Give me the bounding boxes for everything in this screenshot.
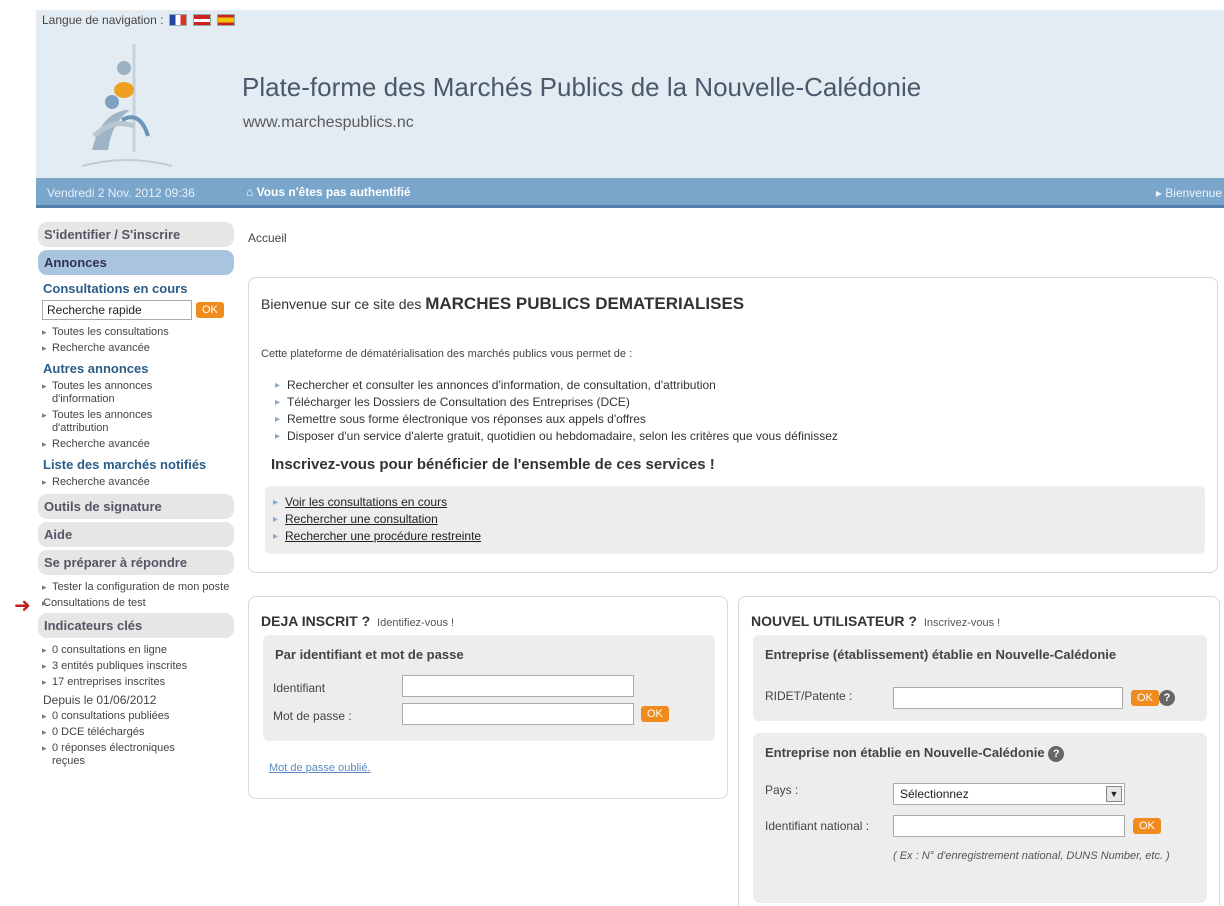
stat-reponses-electroniques: 0 réponses électroniques reçues [38, 742, 188, 768]
autres-annonces-title: Autres annonces [43, 361, 149, 376]
feature-item: Remettre sous forme électronique vos rép… [273, 411, 838, 428]
link-test-config[interactable]: Tester la configuration de mon poste [38, 581, 234, 594]
identifiant-label: Identifiant [273, 681, 326, 695]
feature-item: Disposer d'un service d'alerte gratuit, … [273, 428, 838, 445]
login-title-text: DEJA INSCRIT ? [261, 613, 371, 629]
language-label: Langue de navigation : [42, 13, 164, 27]
link-annonces-information[interactable]: Toutes les annonces d'information [38, 380, 188, 406]
status-bar: Vendredi 2 Nov. 2012 09:36 ⌂ Vous n'êtes… [36, 178, 1224, 208]
site-header: Langue de navigation : Plate-forme des M… [36, 10, 1224, 178]
pays-label: Pays : [765, 783, 799, 797]
test-consultations-label: Consultations de test [43, 597, 146, 609]
register-foreign-title-text: Entreprise non établie en Nouvelle-Caléd… [765, 745, 1045, 760]
nav-preparer[interactable]: Se préparer à répondre [38, 550, 234, 575]
register-title-text: NOUVEL UTILISATEUR ? [751, 613, 917, 629]
es-flag-icon[interactable] [217, 14, 236, 26]
quick-search: Recherche rapide OK [42, 300, 234, 320]
national-id-ok-button[interactable]: OK [1133, 818, 1161, 834]
welcome-link[interactable]: ▸ Bienvenue [1156, 186, 1222, 200]
link-test-consultations[interactable]: ➜ Consultations de test [14, 596, 234, 616]
link-voir-consultations[interactable]: Voir les consultations en cours [271, 494, 1205, 511]
login-title: DEJA INSCRIT ? Identifiez-vous ! [261, 613, 454, 629]
register-title: NOUVEL UTILISATEUR ? Inscrivez-vous ! [751, 613, 1000, 629]
welcome-heading-strong: MARCHES PUBLICS DEMATERIALISES [425, 294, 745, 313]
stat-consultations-en-ligne: 0 consultations en ligne [38, 644, 234, 657]
site-url: www.marchespublics.nc [243, 114, 414, 131]
register-panel: NOUVEL UTILISATEUR ? Inscrivez-vous ! En… [738, 596, 1220, 906]
current-date: Vendredi 2 Nov. 2012 09:36 [47, 186, 195, 200]
stat-dce-telecharges: 0 DCE téléchargés [38, 726, 234, 739]
nav-indicateurs[interactable]: Indicateurs clés [38, 613, 234, 638]
link-all-consultations[interactable]: Toutes les consultations [38, 326, 234, 339]
intro-text: Cette plateforme de dématérialisation de… [261, 348, 633, 360]
pays-select-value: Sélectionnez [900, 787, 969, 801]
register-foreign-form: Entreprise non établie en Nouvelle-Caléd… [753, 733, 1207, 903]
sidebar: S'identifier / S'inscrire Annonces Consu… [14, 222, 234, 771]
login-form-title: Par identifiant et mot de passe [275, 647, 464, 662]
help-icon[interactable]: ? [1048, 746, 1065, 762]
forgot-password-link[interactable]: Mot de passe oublié. [269, 762, 371, 774]
link-advanced-search-marches[interactable]: Recherche avancée [38, 476, 234, 489]
login-form: Par identifiant et mot de passe Identifi… [263, 635, 715, 741]
stat-entites-publiques: 3 entités publiques inscrites [38, 660, 234, 673]
national-id-label: Identifiant national : [765, 819, 870, 833]
fr-flag-icon[interactable] [169, 14, 188, 26]
register-local-title: Entreprise (établissement) établie en No… [765, 647, 1117, 662]
help-icon[interactable]: ? [1159, 690, 1175, 706]
register-local-form: Entreprise (établissement) établie en No… [753, 635, 1207, 721]
login-panel: DEJA INSCRIT ? Identifiez-vous ! Par ide… [248, 596, 728, 799]
national-id-input[interactable] [893, 815, 1125, 837]
consultations-title: Consultations en cours [43, 281, 188, 296]
nav-annonces[interactable]: Annonces [38, 250, 234, 275]
red-arrow-icon: ➜ [14, 595, 31, 617]
identifiant-input[interactable] [402, 675, 634, 697]
register-subtitle: Inscrivez-vous ! [923, 617, 1001, 629]
nav-outils-signature[interactable]: Outils de signature [38, 494, 234, 519]
welcome-heading-prefix: Bienvenue sur ce site des [261, 296, 422, 312]
ridet-input[interactable] [893, 687, 1123, 709]
link-rechercher-consultation[interactable]: Rechercher une consultation [271, 511, 1205, 528]
quick-search-input[interactable]: Recherche rapide [42, 300, 192, 320]
ridet-label: RIDET/Patente : [765, 689, 853, 703]
home-icon[interactable]: ⌂ [246, 185, 253, 199]
password-input[interactable] [402, 703, 634, 725]
feature-list: Rechercher et consulter les annonces d'i… [273, 377, 838, 445]
chevron-down-icon[interactable]: ▼ [1106, 786, 1122, 802]
ridet-ok-button[interactable]: OK [1131, 690, 1159, 706]
feature-item: Rechercher et consulter les annonces d'i… [273, 377, 838, 394]
login-subtitle: Identifiez-vous ! [377, 617, 455, 629]
link-advanced-search[interactable]: Recherche avancée [38, 342, 234, 355]
quick-search-ok-button[interactable]: OK [196, 302, 224, 318]
marches-title: Liste des marchés notifiés [43, 457, 207, 472]
national-id-hint: ( Ex : N° d'enregistrement national, DUN… [893, 850, 1170, 862]
auth-status-text: Vous n'êtes pas authentifié [256, 185, 411, 199]
nav-login[interactable]: S'identifier / S'inscrire [38, 222, 234, 247]
welcome-heading: Bienvenue sur ce site des MARCHES PUBLIC… [261, 294, 744, 314]
en-flag-icon[interactable] [193, 14, 212, 26]
password-label: Mot de passe : [273, 709, 352, 723]
welcome-text: Bienvenue [1165, 186, 1222, 200]
language-switcher: Langue de navigation : [42, 13, 236, 27]
quick-links: Voir les consultations en cours Recherch… [265, 486, 1205, 554]
stats-since-label: Depuis le 01/06/2012 [43, 693, 157, 707]
pays-select[interactable]: Sélectionnez ▼ [893, 783, 1125, 805]
login-ok-button[interactable]: OK [641, 706, 669, 722]
site-title: Plate-forme des Marchés Publics de la No… [242, 72, 922, 102]
join-callout: Inscrivez-vous pour bénéficier de l'ense… [271, 456, 715, 473]
site-logo [81, 44, 173, 167]
nav-aide[interactable]: Aide [38, 522, 234, 547]
welcome-panel: Bienvenue sur ce site des MARCHES PUBLIC… [248, 277, 1218, 573]
stat-consultations-publiees: 0 consultations publiées [38, 710, 234, 723]
feature-item: Télécharger les Dossiers de Consultation… [273, 394, 838, 411]
breadcrumb: Accueil [248, 231, 287, 245]
link-annonces-attribution[interactable]: Toutes les annonces d'attribution [38, 409, 188, 435]
link-procedure-restreinte[interactable]: Rechercher une procédure restreinte [271, 528, 1205, 545]
register-foreign-title: Entreprise non établie en Nouvelle-Caléd… [765, 745, 1065, 762]
auth-status: ⌂ Vous n'êtes pas authentifié [246, 185, 411, 199]
link-advanced-search-autres[interactable]: Recherche avancée [38, 438, 234, 451]
stat-entreprises: 17 entreprises inscrites [38, 676, 234, 689]
